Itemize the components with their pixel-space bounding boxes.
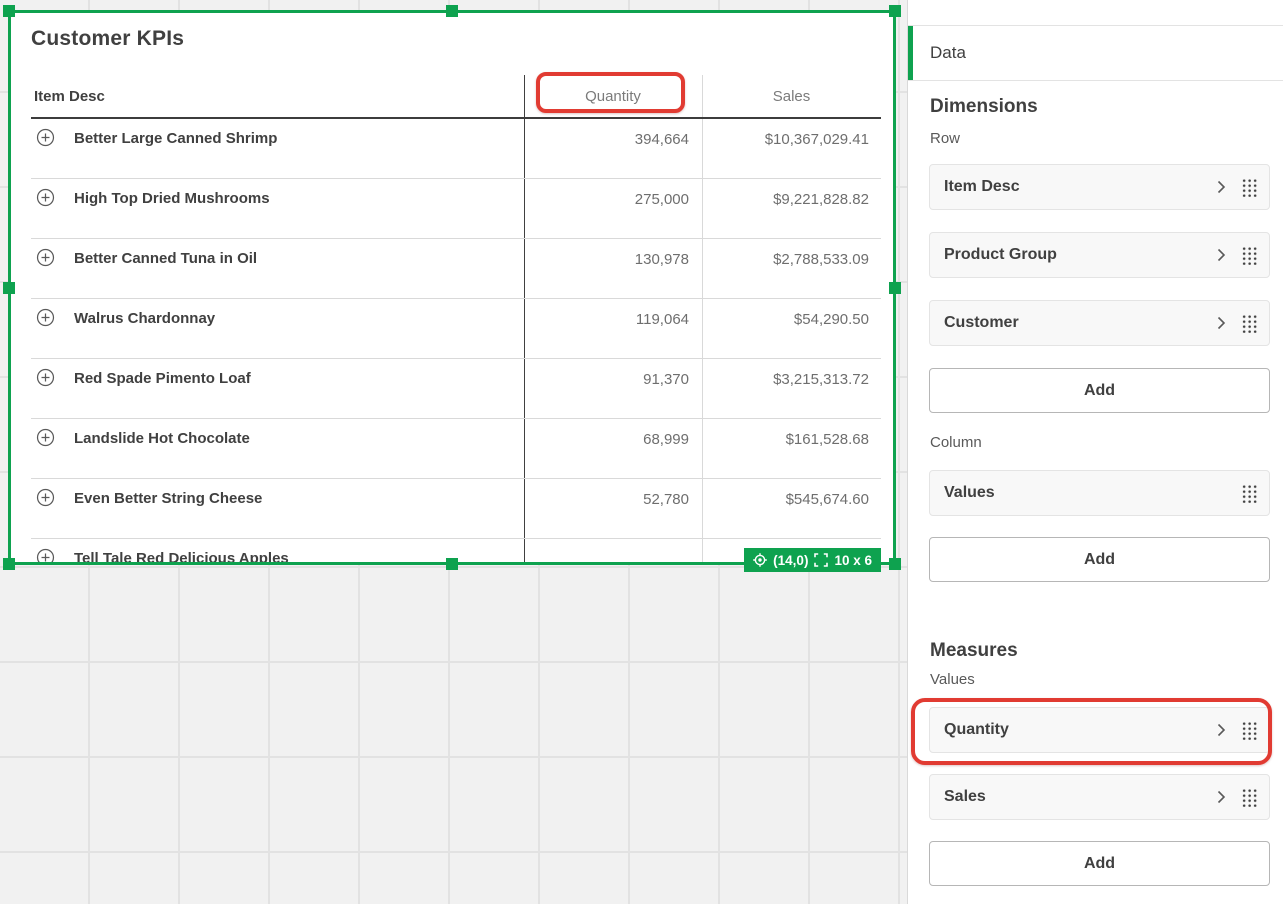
sales-cell: $10,367,029.41 <box>702 131 869 148</box>
quantity-cell: 394,664 <box>524 131 689 148</box>
add-measure-button[interactable]: Add <box>929 841 1270 886</box>
selection-handle-middle-left[interactable] <box>3 282 15 294</box>
sales-cell: $2,788,533.09 <box>702 251 869 268</box>
sales-cell: $545,674.60 <box>702 491 869 508</box>
drag-handle-icon[interactable] <box>1241 721 1257 740</box>
column-header-item-desc[interactable]: Item Desc <box>34 88 105 105</box>
table-row: Walrus Chardonnay 119,064 $54,290.50 <box>31 299 881 359</box>
data-tab-label: Data <box>930 43 966 63</box>
column-header-sales[interactable]: Sales <box>702 88 881 105</box>
quantity-cell: 68,999 <box>524 431 689 448</box>
expand-row-icon[interactable] <box>36 428 55 447</box>
expand-row-icon[interactable] <box>36 368 55 387</box>
row-label[interactable]: Red Spade Pimento Loaf <box>74 370 251 387</box>
row-section-label: Row <box>930 130 960 147</box>
selection-handle-bottom-right[interactable] <box>889 558 901 570</box>
expand-row-icon[interactable] <box>36 548 55 562</box>
column-header-quantity[interactable]: Quantity <box>524 88 702 105</box>
sales-cell: $161,528.68 <box>702 431 869 448</box>
dimension-card-label: Item Desc <box>944 178 1020 196</box>
table-row: Better Canned Tuna in Oil 130,978 $2,788… <box>31 239 881 299</box>
sales-cell: $54,290.50 <box>702 311 869 328</box>
table-row: Even Better String Cheese 52,780 $545,67… <box>31 479 881 539</box>
selection-handle-top-left[interactable] <box>3 5 15 17</box>
sheet-canvas[interactable]: Customer KPIs Item Desc Quantity Sales B… <box>0 0 907 904</box>
quantity-cell: 91,370 <box>524 371 689 388</box>
table-row: Better Large Canned Shrimp 394,664 $10,3… <box>31 119 881 179</box>
expand-row-icon[interactable] <box>36 488 55 507</box>
add-row-dimension-button[interactable]: Add <box>929 368 1270 413</box>
expand-row-icon[interactable] <box>36 188 55 207</box>
measure-card-label: Sales <box>944 788 986 806</box>
row-label[interactable]: Tell Tale Red Delicious Apples <box>74 550 289 562</box>
row-label[interactable]: Better Large Canned Shrimp <box>74 130 277 147</box>
row-label[interactable]: Better Canned Tuna in Oil <box>74 250 257 267</box>
quantity-cell: 119,064 <box>524 311 689 328</box>
selection-size: 10 x 6 <box>834 553 872 568</box>
column-card-values[interactable]: Values <box>929 470 1270 516</box>
table-body: Better Large Canned Shrimp 394,664 $10,3… <box>31 119 881 562</box>
sales-cell: $9,221,828.82 <box>702 191 869 208</box>
dimension-card-customer[interactable]: Customer <box>929 300 1270 346</box>
selection-handle-bottom-middle[interactable] <box>446 558 458 570</box>
chevron-right-icon[interactable] <box>1217 723 1226 737</box>
measures-heading: Measures <box>930 640 1018 662</box>
drag-handle-icon[interactable] <box>1241 788 1257 807</box>
chevron-right-icon[interactable] <box>1217 248 1226 262</box>
selection-handle-middle-right[interactable] <box>889 282 901 294</box>
quantity-cell: 275,000 <box>524 191 689 208</box>
chevron-right-icon[interactable] <box>1217 180 1226 194</box>
sales-cell: $3,215,313.72 <box>702 371 869 388</box>
measure-card-quantity[interactable]: Quantity <box>929 707 1270 753</box>
column-section-label: Column <box>930 434 982 451</box>
expand-row-icon[interactable] <box>36 308 55 327</box>
bounds-icon <box>814 553 828 567</box>
drag-handle-icon[interactable] <box>1241 314 1257 333</box>
selection-handle-top-right[interactable] <box>889 5 901 17</box>
row-label[interactable]: High Top Dried Mushrooms <box>74 190 270 207</box>
row-label[interactable]: Even Better String Cheese <box>74 490 262 507</box>
dimension-card-label: Product Group <box>944 246 1057 264</box>
selection-position-size-badge: (14,0) 10 x 6 <box>744 548 881 572</box>
quantity-cell: 130,978 <box>524 251 689 268</box>
dimension-card-item-desc[interactable]: Item Desc <box>929 164 1270 210</box>
measures-values-label: Values <box>930 671 975 688</box>
selection-position: (14,0) <box>773 553 808 568</box>
drag-handle-icon[interactable] <box>1241 178 1257 197</box>
expand-row-icon[interactable] <box>36 128 55 147</box>
table-row: High Top Dried Mushrooms 275,000 $9,221,… <box>31 179 881 239</box>
drag-handle-icon[interactable] <box>1241 246 1257 265</box>
selection-handle-bottom-left[interactable] <box>3 558 15 570</box>
add-column-dimension-button[interactable]: Add <box>929 537 1270 582</box>
selection-handle-top-middle[interactable] <box>446 5 458 17</box>
row-label[interactable]: Landslide Hot Chocolate <box>74 430 250 447</box>
table-row: Landslide Hot Chocolate 68,999 $161,528.… <box>31 419 881 479</box>
dimension-card-product-group[interactable]: Product Group <box>929 232 1270 278</box>
measure-card-label: Quantity <box>944 721 1009 739</box>
measure-card-sales[interactable]: Sales <box>929 774 1270 820</box>
table-row: Red Spade Pimento Loaf 91,370 $3,215,313… <box>31 359 881 419</box>
dimensions-heading: Dimensions <box>930 96 1038 118</box>
properties-panel: Data Dimensions Row Item Desc Product Gr… <box>907 0 1283 904</box>
tab-data[interactable]: Data <box>908 25 1283 81</box>
expand-row-icon[interactable] <box>36 248 55 267</box>
chevron-right-icon[interactable] <box>1217 790 1226 804</box>
position-target-icon <box>753 553 767 567</box>
quantity-cell: 52,780 <box>524 491 689 508</box>
row-label[interactable]: Walrus Chardonnay <box>74 310 215 327</box>
table-header-row: Item Desc Quantity Sales <box>31 75 881 119</box>
drag-handle-icon[interactable] <box>1241 484 1257 503</box>
pivot-table-widget[interactable]: Customer KPIs Item Desc Quantity Sales B… <box>8 10 896 565</box>
column-card-label: Values <box>944 484 995 502</box>
chevron-right-icon[interactable] <box>1217 316 1226 330</box>
pivot-table: Item Desc Quantity Sales Better Large Ca… <box>31 75 881 562</box>
dimension-card-label: Customer <box>944 314 1019 332</box>
widget-title: Customer KPIs <box>31 27 184 51</box>
